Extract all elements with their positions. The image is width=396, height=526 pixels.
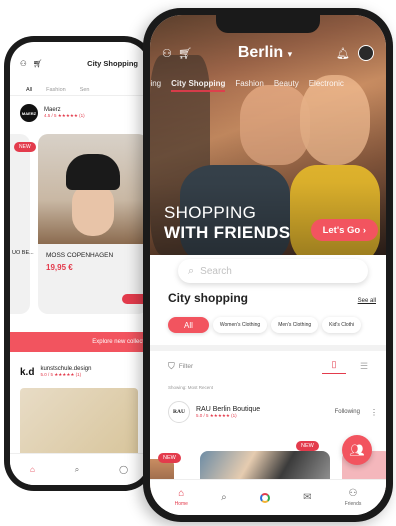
phone-notch	[216, 15, 320, 33]
chip-womens[interactable]: Women's Clothing	[212, 317, 268, 333]
explore-button[interactable]: Explore new collect	[10, 332, 148, 352]
product-price: 19,95 €	[46, 263, 73, 272]
back-tab-more[interactable]: Sen	[80, 87, 90, 93]
tab-city-shopping[interactable]: City Shopping	[171, 79, 226, 92]
left-product-name: UO BE...	[12, 250, 34, 256]
search-bar[interactable]: ⌕	[178, 259, 368, 283]
chevron-down-icon: ▾	[287, 49, 293, 59]
filter-icon[interactable]: ⛉	[168, 361, 175, 372]
category-tabs: ping City Shopping Fashion Beauty Electr…	[150, 79, 386, 92]
product-card[interactable]: MOSS COPENHAGEN 19,95 €	[38, 134, 148, 314]
nav-search[interactable]: ⌕	[221, 492, 227, 503]
back-shop-row-2[interactable]: k.d kunstschule.design 5.0 / 5 ★★★★★ (1)	[10, 360, 148, 384]
search-icon: ⌕	[221, 492, 227, 503]
city-selector[interactable]: Berlin ▾	[194, 44, 336, 62]
store-logo: RAU	[168, 401, 190, 423]
color-ring-icon	[259, 492, 270, 503]
section-title: City shopping	[168, 291, 248, 305]
tab-shopping[interactable]: ping	[150, 79, 161, 92]
chip-all[interactable]: All	[168, 317, 209, 333]
nav-discover[interactable]	[259, 492, 270, 503]
home-icon[interactable]: ⌂	[30, 465, 35, 474]
back-tab-all[interactable]: All	[26, 87, 32, 93]
search-icon[interactable]: ⌕	[75, 465, 79, 475]
filter-label[interactable]: Filter	[179, 363, 322, 370]
filter-chips: All Women's Clothing Men's Clothing Kid'…	[168, 317, 361, 333]
back-phone: ⚇ 🛒︎ City Shopping All Fashion Sen MAERZ…	[4, 36, 154, 491]
friends-icon[interactable]: ⚇	[162, 47, 178, 60]
bell-icon[interactable]: 🔔︎	[336, 47, 352, 60]
tab-fashion[interactable]: Fashion	[235, 79, 263, 92]
shop-rating: 5.0 / 5 ★★★★★ (1)	[40, 372, 82, 377]
product-name: MOSS COPENHAGEN	[46, 252, 114, 259]
back-tab-fashion[interactable]: Fashion	[46, 87, 66, 93]
chip-mens[interactable]: Men's Clothing	[271, 317, 319, 333]
shop-logo: k.d	[20, 366, 35, 378]
search-input[interactable]	[200, 265, 351, 277]
hero-title-line2: WITH FRIENDS	[164, 223, 291, 242]
city-name: Berlin	[237, 44, 284, 61]
hero-title: SHOPPING WITH FRIENDS	[164, 203, 290, 243]
shop-logo: MAERZ	[20, 104, 38, 122]
nav-friends-label: Friends	[344, 501, 362, 507]
shop-rating: 4.5 / 5 ★★★★★ (1)	[44, 113, 85, 118]
message-icon: ✉	[303, 492, 312, 503]
nav-home-label: Home	[174, 501, 188, 507]
store-row[interactable]: RAU RAU Berlin Boutique 5.0 / 5 ★★★★★ (1…	[168, 401, 378, 423]
store-rating: 5.0 / 5 ★★★★★ (1)	[196, 412, 237, 418]
cart-icon[interactable]: 🛒︎	[33, 59, 43, 68]
new-badge: NEW	[158, 453, 181, 463]
friends-icon[interactable]: ⚇	[20, 59, 27, 68]
sort-text[interactable]: Showing: Most Recent	[168, 385, 213, 390]
model-face	[72, 184, 114, 236]
group-chat-button[interactable]: 👥︎	[342, 435, 372, 465]
filter-bar: ⛉ Filter ▯ ☰	[168, 359, 376, 374]
nav-home[interactable]: ⌂ Home	[175, 488, 188, 507]
tab-electronics[interactable]: Electronic	[309, 79, 344, 92]
beanie-image	[66, 154, 120, 190]
back-tabs: All Fashion Sen	[10, 84, 148, 96]
back-header-title: City Shopping	[87, 58, 138, 68]
back-bottom-nav: ⌂ ⌕ ◯	[10, 453, 148, 485]
hero-title-line1: SHOPPING	[164, 203, 257, 222]
product-image	[38, 134, 148, 244]
front-phone-screen: ⚇ 🛒︎ Berlin ▾ 🔔︎ ping City Shopping Fash…	[150, 15, 386, 515]
chip-kids[interactable]: Kid's Clothi	[322, 317, 361, 333]
home-icon: ⌂	[178, 488, 185, 499]
nav-friends[interactable]: ⚇ Friends	[345, 488, 362, 507]
search-icon: ⌕	[188, 264, 195, 277]
phone-view-icon[interactable]: ▯	[322, 359, 346, 374]
following-button[interactable]: Following	[335, 409, 360, 415]
bottom-nav: ⌂ Home ⌕ ✉ ⚇ Friends	[150, 479, 386, 515]
nav-messages[interactable]: ✉	[303, 492, 311, 503]
back-header: ⚇ 🛒︎ City Shopping	[10, 42, 148, 84]
back-products: NEW UO BE... MOSS COPENHAGEN 19,95 €	[10, 134, 148, 324]
friends-icon: ⚇	[348, 488, 358, 499]
back-phone-screen: ⚇ 🛒︎ City Shopping All Fashion Sen MAERZ…	[10, 42, 148, 485]
avatar[interactable]	[358, 45, 374, 61]
lets-go-button[interactable]: Let's Go ›	[310, 219, 378, 241]
product-card-left[interactable]	[10, 134, 30, 314]
new-badge: NEW	[296, 441, 319, 451]
store-name: RAU Berlin Boutique	[196, 405, 261, 413]
ring-icon[interactable]: ◯	[119, 465, 128, 474]
top-bar: ⚇ 🛒︎ Berlin ▾ 🔔︎	[150, 43, 386, 63]
cart-icon[interactable]: 🛒︎	[178, 47, 194, 60]
front-phone: ⚇ 🛒︎ Berlin ▾ 🔔︎ ping City Shopping Fash…	[143, 8, 393, 522]
divider	[150, 345, 386, 351]
list-view-icon[interactable]: ☰	[352, 361, 376, 372]
section-header: City shopping See all	[168, 291, 376, 305]
tab-beauty[interactable]: Beauty	[274, 79, 299, 92]
app-showcase: ⚇ 🛒︎ City Shopping All Fashion Sen MAERZ…	[0, 0, 396, 526]
back-shop-row[interactable]: MAERZ Maerz 4.5 / 5 ★★★★★ (1)	[10, 96, 148, 130]
new-badge: NEW	[14, 142, 36, 152]
more-icon[interactable]: ⋮	[370, 408, 378, 417]
see-all-link[interactable]: See all	[358, 298, 376, 304]
